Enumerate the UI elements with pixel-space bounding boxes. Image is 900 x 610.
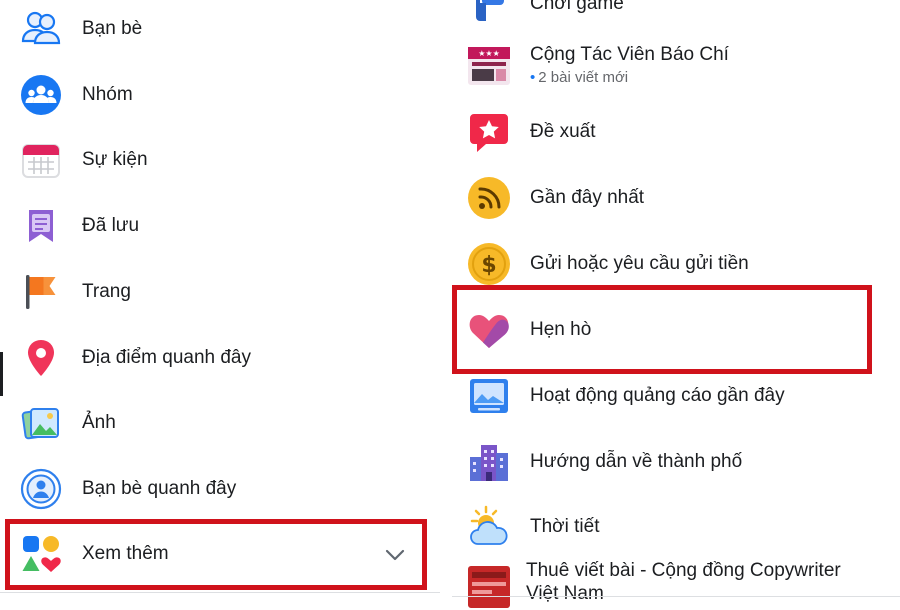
group-thumbnail-icon: ★★★ (466, 43, 512, 89)
menu-item-photos[interactable]: Ảnh (0, 395, 440, 451)
pages-flag-icon (20, 271, 62, 313)
bottom-divider (452, 596, 900, 597)
see-more-shapes-icon (20, 533, 62, 575)
most-recent-feed-icon (466, 175, 512, 221)
dollar-coin-icon: $ (466, 241, 512, 287)
menu-item-events[interactable]: Sự kiện (0, 132, 440, 188)
left-edge-mark (0, 352, 3, 396)
column-gap (440, 0, 452, 600)
menu-item-groups[interactable]: Nhóm (0, 67, 440, 123)
menu-item-label: Địa điểm quanh đây (82, 347, 251, 368)
menu-item-label: Chơi game (530, 0, 624, 14)
menu-item-nearby-friends[interactable]: Bạn bè quanh đây (0, 461, 440, 517)
chevron-down-icon (384, 544, 406, 566)
menu-item-most-recent[interactable]: Gần đây nhất (452, 170, 900, 226)
svg-text:$: $ (481, 253, 496, 278)
menu-item-label: Nhóm (82, 84, 133, 105)
menu-item-send-money[interactable]: $ Gửi hoặc yêu cầu gửi tiền (452, 236, 900, 292)
bottom-divider (0, 592, 440, 593)
menu-item-group-cong-tac-vien[interactable]: ★★★ Cộng Tác Viên Báo Chí • 2 bài viết mớ… (452, 38, 900, 94)
menu-item-gaming[interactable]: Chơi game (452, 0, 900, 32)
menu-item-recommendations[interactable]: Đề xuất (452, 104, 900, 160)
menu-item-label: Đề xuất (530, 121, 596, 142)
location-pin-icon (20, 337, 62, 379)
menu-item-label: Thời tiết (530, 516, 600, 537)
recommendations-star-icon (466, 109, 512, 155)
right-menu: Chơi game ★★★ Cộng Tác Viên Báo Chí • 2 b… (452, 0, 900, 608)
see-more-button[interactable]: Xem thêm (0, 526, 440, 582)
menu-item-label: Sự kiện (82, 149, 148, 170)
menu-item-label: Gửi hoặc yêu cầu gửi tiền (530, 253, 749, 274)
menu-item-label: Xem thêm (82, 543, 169, 564)
gaming-icon (466, 0, 512, 27)
menu-item-weather[interactable]: Thời tiết (452, 499, 900, 555)
svg-text:★★★: ★★★ (478, 49, 500, 58)
city-guides-icon (466, 439, 512, 485)
left-menu: Bạn bè Nhóm Sự kiện Đã lưu Trang Địa điể… (0, 0, 440, 600)
menu-item-label: Cộng Tác Viên Báo Chí (530, 44, 729, 65)
menu-item-nearby-places[interactable]: Địa điểm quanh đây (0, 330, 440, 386)
calendar-icon (20, 139, 62, 181)
dating-heart-icon (466, 307, 512, 353)
menu-item-label: Bạn bè (82, 18, 143, 39)
menu-item-label: Hoạt động quảng cáo gần đây (530, 385, 785, 406)
group-thumbnail-icon (466, 564, 512, 610)
photos-icon (20, 402, 62, 444)
menu-item-label: Hướng dẫn về thành phố (530, 451, 743, 472)
menu-item-label: Hẹn hò (530, 319, 592, 340)
new-posts-text: 2 bài viết mới (538, 69, 629, 86)
saved-bookmark-icon (20, 205, 62, 247)
groups-icon (20, 74, 62, 116)
menu-item-saved[interactable]: Đã lưu (0, 198, 440, 254)
menu-item-label: Đã lưu (82, 215, 140, 236)
menu-item-label: Ảnh (82, 412, 116, 433)
menu-item-friends[interactable]: Bạn bè (0, 1, 440, 57)
recent-ad-activity-icon (466, 373, 512, 419)
nearby-friends-icon (20, 468, 62, 510)
menu-item-label-line1: Thuê viết bài - Cộng đồng Copywriter (526, 560, 841, 581)
menu-item-label: Bạn bè quanh đây (82, 478, 237, 499)
menu-item-recent-ad-activity[interactable]: Hoạt động quảng cáo gần đây (452, 368, 900, 424)
menu-item-dating[interactable]: Hẹn hò (452, 302, 900, 358)
new-posts-status: • 2 bài viết mới (530, 69, 629, 86)
menu-item-pages[interactable]: Trang (0, 264, 440, 320)
menu-item-label: Gần đây nhất (530, 187, 645, 208)
menu-item-label: Trang (82, 281, 131, 302)
weather-icon (466, 504, 512, 550)
friends-icon (20, 8, 62, 50)
menu-item-label-line2: Việt Nam (526, 583, 604, 604)
menu-item-city-guides[interactable]: Hướng dẫn về thành phố (452, 434, 900, 490)
